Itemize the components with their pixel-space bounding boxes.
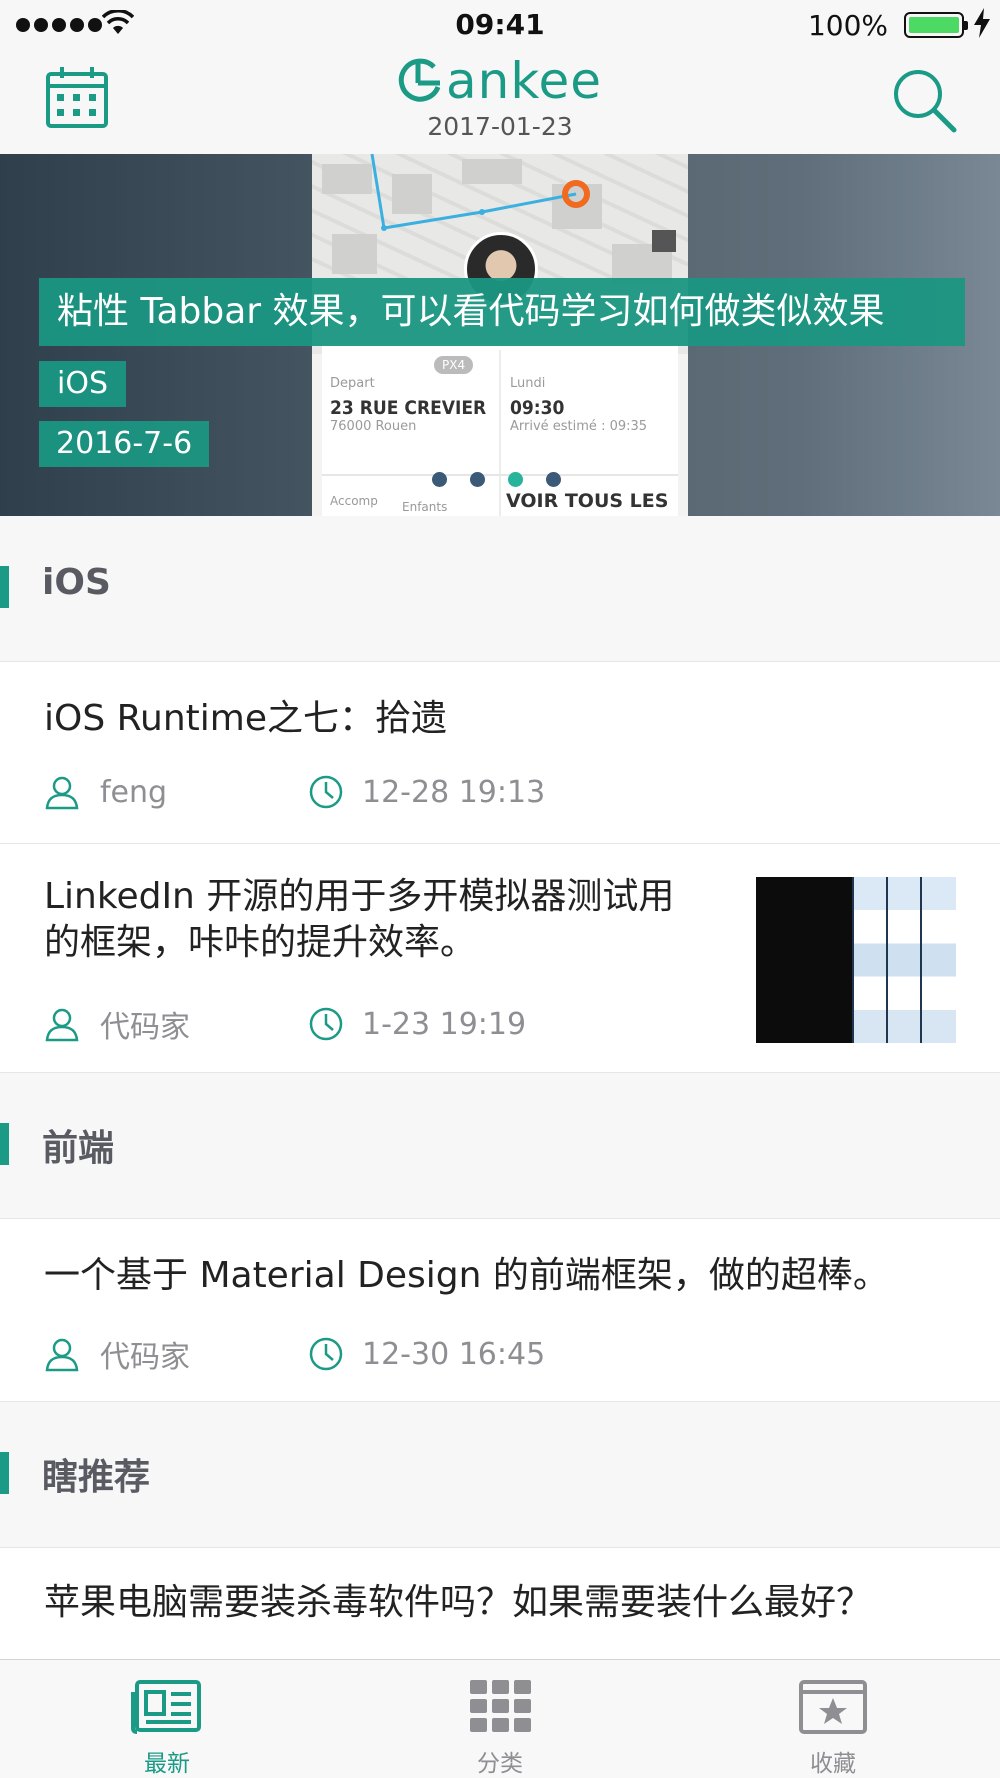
item-author: 代码家: [100, 1010, 190, 1045]
item-meta: feng 12-28 19:13: [44, 774, 545, 810]
battery-icon: [904, 12, 968, 38]
page-dot[interactable]: [432, 472, 447, 487]
newspaper-icon: [131, 1680, 201, 1734]
item-title-line: LinkedIn 开源的用于多开模拟器测试用: [44, 876, 675, 917]
tab-label: 收藏: [810, 1751, 856, 1777]
item-author: 代码家: [100, 1340, 190, 1375]
item-title: 苹果电脑需要装杀毒软件吗？如果需要装什么最好？: [44, 1582, 873, 1623]
app-logo: ankee: [0, 52, 1000, 110]
section-header-ios: iOS: [0, 516, 1000, 662]
plate-badge: PX4: [434, 356, 474, 374]
section-title: iOS: [42, 562, 111, 603]
page-dot[interactable]: [546, 472, 561, 487]
logo-g-icon: [398, 58, 441, 102]
enfants-label: Enfants: [402, 500, 448, 514]
list-item[interactable]: 一个基于 Material Design 的前端框架，做的超棒。 代码家 12-…: [0, 1219, 1000, 1402]
item-time: 1-23 19:19: [362, 1006, 527, 1042]
arrival-time: 09:30: [510, 397, 565, 419]
item-author: feng: [100, 774, 168, 810]
item-meta: 代码家 12-30 16:45: [44, 1332, 545, 1376]
logo-text: ankee: [445, 52, 603, 110]
featured-banner[interactable]: Depart 23 RUE CREVIER 76000 Rouen PX4 Lu…: [0, 154, 1000, 516]
item-title-line: 的框架，咔咔的提升效率。: [44, 922, 477, 963]
section-accent-bar: [0, 1123, 9, 1165]
tab-label: 最新: [144, 1751, 190, 1777]
clock-icon: [309, 1007, 343, 1041]
section-header-frontend: 前端: [0, 1073, 1000, 1219]
status-bar: 09:41 100%: [0, 0, 1000, 50]
item-meta: 代码家 1-23 19:19: [44, 1002, 526, 1046]
section-accent-bar: [0, 566, 9, 608]
navigation-bar: ankee 2017-01-23: [0, 50, 1000, 154]
accomp-label: Accomp: [330, 494, 378, 508]
tab-categories[interactable]: 分类: [400, 1660, 600, 1778]
section-header-recommend: 瞎推荐: [0, 1402, 1000, 1548]
banner-tag: iOS: [39, 361, 126, 407]
user-icon: [45, 776, 79, 810]
user-icon: [45, 1338, 79, 1372]
tab-label: 分类: [477, 1751, 523, 1777]
current-date: 2017-01-23: [427, 112, 573, 141]
charging-bolt-icon: [974, 8, 990, 38]
user-icon: [45, 1008, 79, 1042]
item-time: 12-30 16:45: [362, 1336, 546, 1372]
depart-label: Depart: [330, 376, 375, 391]
item-time: 12-28 19:13: [362, 774, 546, 810]
tab-favorites[interactable]: 收藏: [733, 1660, 933, 1778]
depart-address: 23 RUE CREVIER: [330, 397, 487, 419]
grid-icon: [470, 1680, 531, 1732]
clock-icon: [309, 775, 343, 809]
voir-label: VOIR TOUS LES: [506, 490, 669, 512]
tab-latest[interactable]: 最新: [67, 1660, 267, 1778]
item-title: iOS Runtime之七：拾遗: [44, 698, 447, 739]
day-label: Lundi: [510, 376, 546, 391]
arrival-note: Arrivé estimé : 09:35: [510, 419, 648, 434]
list-item[interactable]: iOS Runtime之七：拾遗 feng 12-28 19:13: [0, 662, 1000, 844]
item-title: LinkedIn 开源的用于多开模拟器测试用 的框架，咔咔的提升效率。: [44, 874, 674, 966]
item-title: 一个基于 Material Design 的前端框架，做的超棒。: [44, 1255, 889, 1296]
star-box-icon: [799, 1680, 867, 1734]
section-title: 前端: [42, 1128, 115, 1169]
page-dot[interactable]: [470, 472, 485, 487]
depart-city: 76000 Rouen: [330, 419, 417, 434]
clock-icon: [309, 1337, 343, 1371]
item-thumbnail: [756, 877, 956, 1043]
page-dot-active[interactable]: [508, 472, 523, 487]
banner-title[interactable]: 粘性 Tabbar 效果，可以看代码学习如何做类似效果: [39, 278, 965, 346]
section-accent-bar: [0, 1452, 9, 1494]
section-title: 瞎推荐: [42, 1457, 151, 1498]
tab-bar: 最新 分类 收藏: [0, 1659, 1000, 1778]
list-item[interactable]: 苹果电脑需要装杀毒软件吗？如果需要装什么最好？: [0, 1548, 1000, 1659]
search-icon[interactable]: [888, 64, 960, 136]
list-item[interactable]: LinkedIn 开源的用于多开模拟器测试用 的框架，咔咔的提升效率。 代码家 …: [0, 844, 1000, 1073]
banner-date: 2016-7-6: [39, 421, 210, 467]
banner-page-indicator[interactable]: [432, 472, 561, 487]
battery-percentage: 100%: [807, 9, 888, 42]
trip-card: Depart 23 RUE CREVIER 76000 Rouen PX4 Lu…: [322, 344, 678, 516]
